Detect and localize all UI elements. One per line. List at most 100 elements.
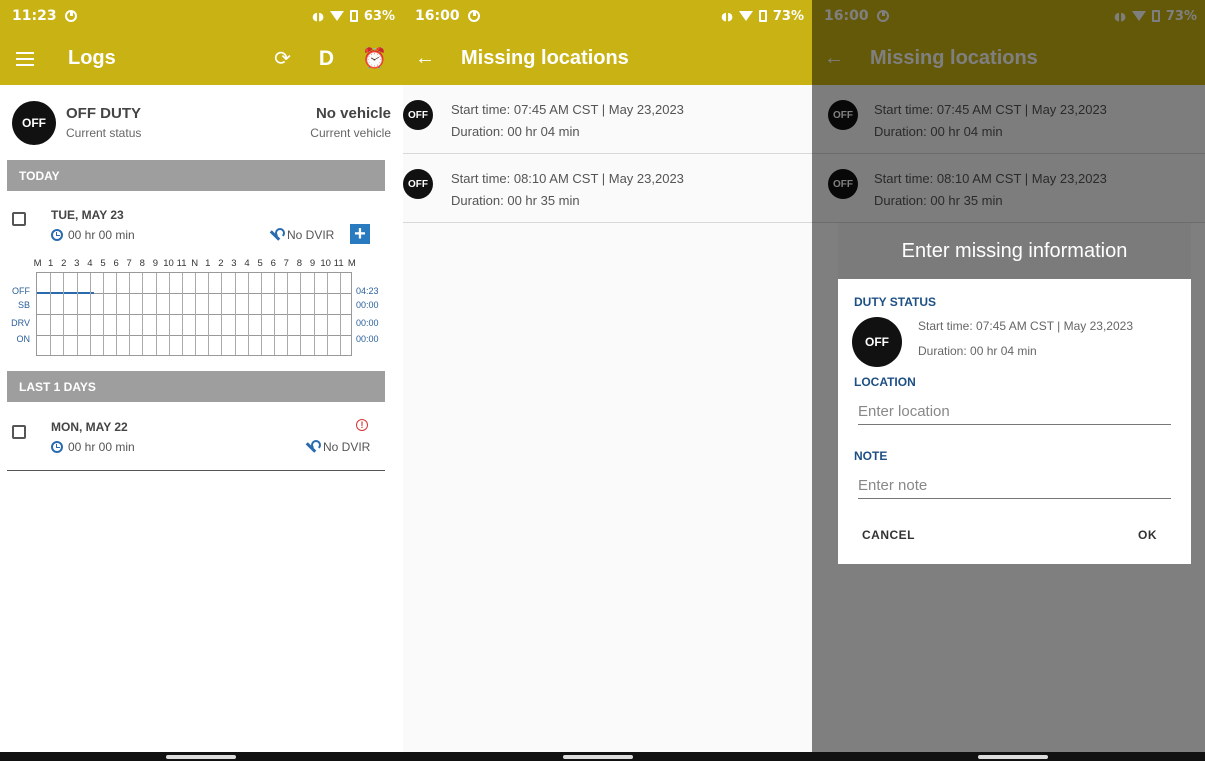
dvir-status[interactable]: No DVIR (268, 228, 334, 242)
section-header-last-days: LAST 1 DAYS (7, 371, 385, 402)
day-checkbox-last[interactable] (12, 425, 26, 439)
grid-total-drv: 00:00 (356, 318, 379, 328)
divider (7, 470, 385, 471)
off-duty-badge: OFF (403, 169, 433, 199)
missing-location-item[interactable]: OFF Start time: 08:10 AM CST | May 23,20… (403, 154, 812, 223)
grid-hour-label: 2 (218, 258, 224, 269)
grid-hour-line (234, 273, 236, 355)
location-input[interactable]: Enter location (858, 395, 1171, 425)
last-dvir-label: No DVIR (323, 440, 371, 454)
duty-d-button[interactable]: D (319, 47, 334, 71)
current-status-value: OFF DUTY (66, 105, 141, 122)
enter-missing-info-screen: 16:00 ◖◗ 73% ← Missing locations OFF Sta… (812, 0, 1205, 761)
duty-log-grid[interactable] (36, 272, 352, 356)
duration: Duration: 00 hr 35 min (451, 193, 580, 208)
grid-hour-line (300, 273, 302, 355)
grid-hour-line (260, 273, 262, 355)
back-arrow-icon[interactable]: ← (415, 47, 435, 70)
off-duty-badge[interactable]: OFF (12, 100, 56, 145)
day-checkbox-today[interactable] (12, 212, 26, 226)
grid-hour-line (102, 273, 104, 355)
day-duration-value: 00 hr 00 min (68, 228, 135, 242)
grid-hour-line (208, 273, 210, 355)
location-label: LOCATION (854, 375, 916, 389)
grid-hour-line (181, 273, 183, 355)
grid-hour-line (76, 273, 78, 355)
battery-level: 63% (363, 8, 395, 24)
last-day-duration-value: 00 hr 00 min (68, 440, 135, 454)
grid-hour-label: 10 (320, 258, 331, 269)
grid-hour-label: 1 (205, 258, 211, 269)
home-pill[interactable] (978, 755, 1048, 759)
grid-row-label-on: ON (16, 334, 31, 344)
grid-total-on: 00:00 (356, 334, 379, 344)
current-vehicle-value: No vehicle (315, 105, 391, 122)
hamburger-menu-icon[interactable] (16, 51, 34, 66)
grid-row-label-off: OFF (12, 286, 30, 296)
grid-hour-label: M (33, 258, 42, 269)
grid-hour-line (313, 273, 315, 355)
add-dvir-button[interactable]: + (350, 224, 370, 244)
notification-icon (64, 10, 77, 22)
grid-hour-label: M (347, 258, 356, 269)
grid-hour-label: 5 (100, 258, 106, 269)
system-nav-bar (812, 752, 1205, 761)
grid-hour-label: 3 (231, 258, 237, 269)
start-time: Start time: 07:45 AM CST | May 23,2023 (451, 102, 684, 117)
status-time: 16:00 (415, 8, 460, 24)
grid-hour-label: 3 (74, 258, 80, 269)
grid-hour-label: 8 (296, 258, 303, 269)
grid-hour-line (274, 273, 275, 355)
grid-hour-line (155, 273, 157, 355)
grid-hour-label: 6 (270, 258, 276, 269)
clock-icon (51, 229, 63, 241)
off-duty-line (37, 292, 94, 294)
cancel-button[interactable]: CANCEL (862, 528, 915, 542)
grid-row-label-drv: DRV (11, 318, 30, 328)
grid-hour-line (129, 273, 131, 355)
last-day-date[interactable]: MON, MAY 22 (51, 420, 128, 434)
system-nav-bar (403, 752, 812, 761)
page-title: Logs (68, 47, 116, 69)
grid-hour-line (221, 273, 223, 355)
missing-location-item[interactable]: OFF Start time: 07:45 AM CST | May 23,20… (403, 85, 812, 154)
grid-hour-line (63, 273, 65, 355)
dialog-duration: Duration: 00 hr 04 min (918, 344, 1037, 358)
grid-hour-line (195, 273, 196, 355)
day-date[interactable]: TUE, MAY 23 (51, 208, 124, 222)
day-duration: 00 hr 00 min (51, 228, 135, 242)
vibrate-icon: ◖◗ (721, 9, 733, 23)
alarm-icon[interactable]: ⏰ (362, 46, 387, 71)
sync-icon[interactable]: ⟳ (274, 46, 291, 71)
grid-hour-labels: M 1 2 3 4 5 6 7 8 9 10 11 N 1 2 3 4 5 6 7 8 9 10 11 M (31, 258, 358, 269)
status-bar: 11:23 ◖◗ 63% (0, 0, 403, 32)
page-title: Missing locations (461, 47, 629, 69)
last-dvir-status[interactable]: No DVIR (304, 440, 370, 454)
grid-hour-line (89, 273, 91, 355)
ok-button[interactable]: OK (1138, 528, 1157, 542)
home-pill[interactable] (563, 755, 633, 759)
grid-row-label-sb: SB (17, 300, 30, 310)
battery-icon (349, 10, 358, 22)
grid-hour-line (287, 273, 289, 355)
start-time: Start time: 08:10 AM CST | May 23,2023 (451, 171, 684, 186)
wifi-icon (329, 11, 344, 21)
grid-total-sb: 00:00 (356, 300, 379, 310)
wifi-icon (738, 11, 753, 21)
grid-total-off: 04:23 (356, 286, 379, 296)
vibrate-icon: ◖◗ (312, 9, 324, 23)
grid-hour-line (116, 273, 117, 355)
battery-level: 73% (772, 8, 804, 24)
current-status-label: Current status (66, 126, 142, 140)
grid-hour-line (142, 273, 144, 355)
grid-hour-label: 2 (61, 258, 67, 269)
dvir-label: No DVIR (287, 228, 335, 242)
note-input[interactable]: Enter note (858, 469, 1171, 499)
grid-hour-label: 4 (87, 258, 93, 269)
logs-screen: 11:23 ◖◗ 63% Logs ⟳ D ⏰ OFF OFF DUTY Cur… (0, 0, 403, 761)
current-vehicle[interactable]: No vehicle Current vehicle (310, 105, 391, 140)
off-duty-badge: OFF (403, 100, 433, 130)
dialog-start-time: Start time: 07:45 AM CST | May 23,2023 (918, 319, 1133, 333)
home-pill[interactable] (166, 755, 236, 759)
grid-hour-label: N (191, 258, 199, 269)
